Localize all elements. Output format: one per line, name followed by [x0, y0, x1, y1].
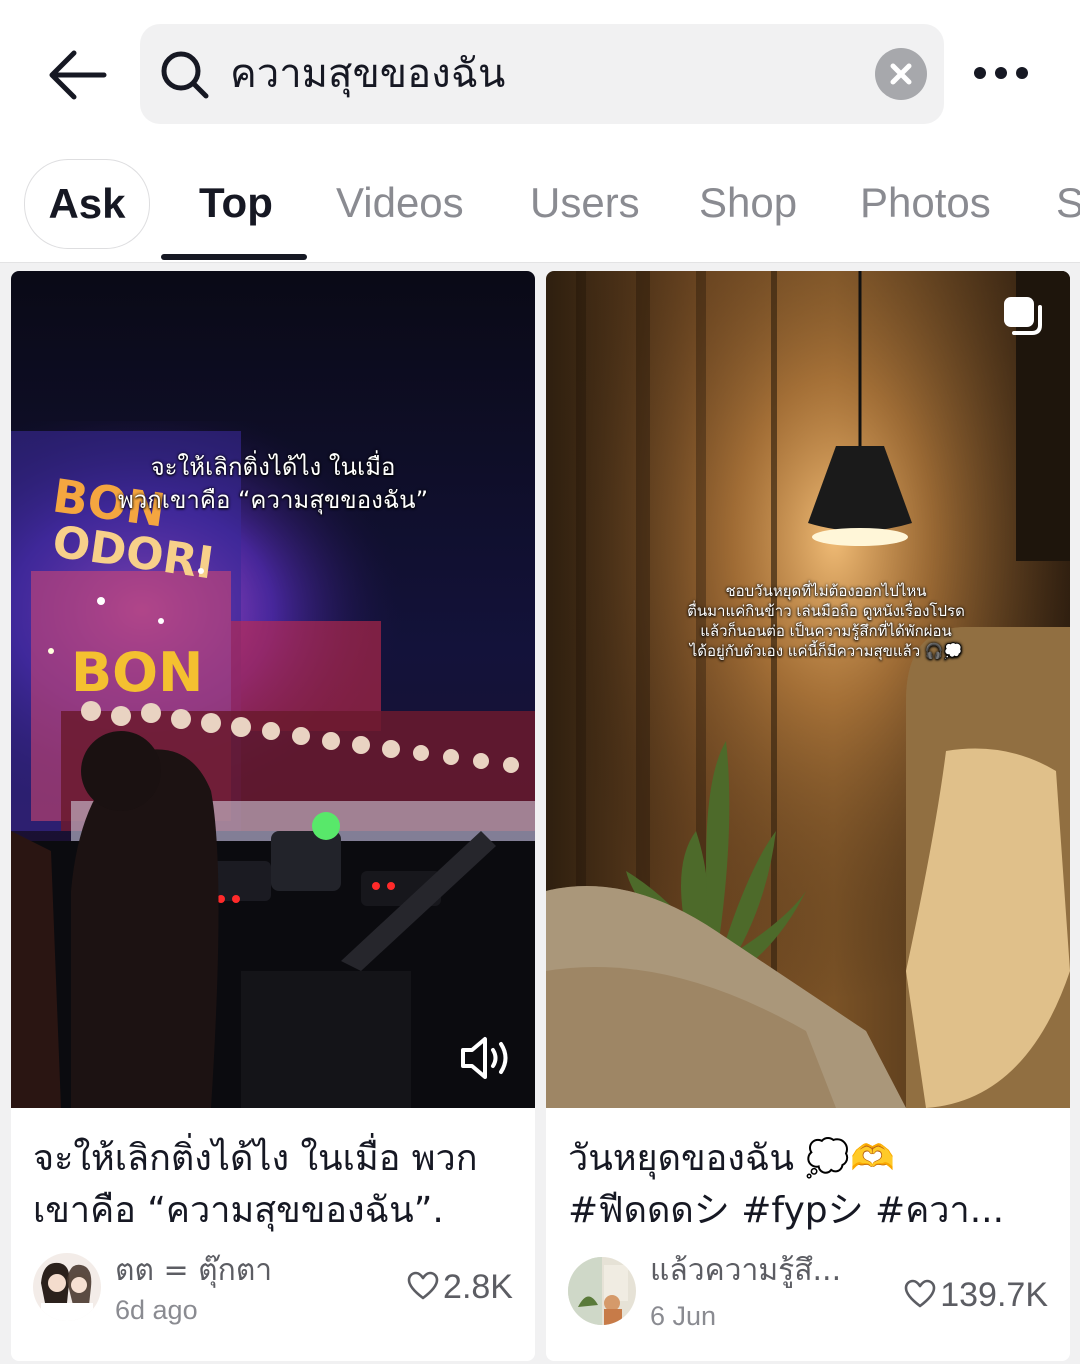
- caption-line: เขาคือ “ความสุขของฉัน”.: [33, 1190, 444, 1231]
- video-thumbnail[interactable]: BON ODORI BON จะให้เลิกติ่งได้ไง ในเมื่อ…: [11, 271, 535, 1108]
- caption-line: จะให้เลิกติ่งได้ไง ในเมื่อ พวก: [33, 1138, 478, 1179]
- result-card[interactable]: ชอบวันหยุดที่ไม่ต้องออกไปไหน ตื่นมาแค่กิ…: [546, 271, 1070, 1361]
- post-caption[interactable]: จะให้เลิกติ่งได้ไง ในเมื่อ พวก เขาคือ “ค…: [33, 1133, 513, 1239]
- tab-shop[interactable]: Shop: [699, 150, 797, 260]
- overlay-line: แล้วก็นอนต่อ เป็นความรู้สึกที่ได้พักผ่อน: [700, 622, 952, 640]
- overlay-line: พวกเขาคือ “ความสุขของฉัน”: [117, 486, 429, 514]
- active-tab-indicator: [161, 254, 307, 260]
- search-query-text[interactable]: ความสุขของฉัน: [230, 46, 505, 102]
- photo-carousel-icon: [1002, 295, 1046, 339]
- back-arrow-icon[interactable]: [44, 46, 110, 104]
- tab-more-partial[interactable]: S: [1056, 150, 1080, 260]
- author-row: ตต = ตุ๊กตา 6d ago 2.8K: [33, 1253, 513, 1333]
- heart-icon: [904, 1279, 936, 1308]
- speaker-icon[interactable]: [459, 1033, 515, 1083]
- like-count-text: 139.7K: [940, 1276, 1048, 1314]
- like-count: 139.7K: [904, 1275, 1048, 1315]
- post-date: 6 Jun: [650, 1301, 717, 1331]
- photo-thumbnail[interactable]: ชอบวันหยุดที่ไม่ต้องออกไปไหน ตื่นมาแค่กิ…: [546, 271, 1070, 1108]
- video-overlay-text: จะให้เลิกติ่งได้ไง ในเมื่อ พวกเขาคือ “คว…: [11, 451, 535, 517]
- concert-stage-image: BON ODORI BON: [11, 271, 535, 1108]
- overlay-line: จะให้เลิกติ่งได้ไง ในเมื่อ: [150, 453, 396, 481]
- search-input[interactable]: ความสุขของฉัน: [140, 24, 944, 124]
- caption-line: วันหยุดของฉัน 💭🫶: [568, 1138, 896, 1179]
- author-name[interactable]: ตต = ตุ๊กตา: [115, 1253, 272, 1289]
- heart-icon: [407, 1271, 439, 1300]
- more-options-icon[interactable]: [970, 55, 1032, 91]
- author-name[interactable]: แล้วความรู้สึ...: [650, 1253, 841, 1289]
- search-icon: [158, 48, 212, 102]
- post-date: 6d ago: [115, 1295, 198, 1325]
- tab-photos[interactable]: Photos: [860, 150, 991, 260]
- like-count-text: 2.8K: [443, 1268, 513, 1306]
- svg-text:BON: BON: [71, 641, 203, 704]
- overlay-line: ได้อยู่กับตัวเอง แค่นี้ก็มีความสุขแล้ว 🎧…: [689, 642, 963, 660]
- tab-videos[interactable]: Videos: [336, 150, 464, 260]
- post-caption[interactable]: วันหยุดของฉัน 💭🫶 #ฟีดดดシ #fypシ #ควา...: [568, 1133, 1048, 1239]
- like-count: 2.8K: [407, 1267, 513, 1307]
- overlay-line: ชอบวันหยุดที่ไม่ต้องออกไปไหน: [725, 582, 927, 600]
- search-tabs: Ask Top Videos Users Shop Photos S: [0, 150, 1080, 263]
- photo-overlay-text: ชอบวันหยุดที่ไม่ต้องออกไปไหน ตื่นมาแค่กิ…: [606, 581, 1046, 661]
- tab-users[interactable]: Users: [530, 150, 640, 260]
- search-header: ความสุขของฉัน: [0, 0, 1080, 150]
- tab-ask[interactable]: Ask: [24, 159, 150, 249]
- author-row: แล้วความรู้สึ... 6 Jun 139.7K: [568, 1253, 1048, 1333]
- bedroom-lamp-image: [546, 271, 1070, 1108]
- avatar[interactable]: [33, 1253, 101, 1321]
- tab-top[interactable]: Top: [199, 150, 273, 260]
- caption-line: #ฟีดดดシ #fypシ #ควา...: [568, 1190, 1005, 1231]
- overlay-line: ตื่นมาแค่กินข้าว เล่นมือถือ ดูหนังเรื่อง…: [687, 602, 965, 620]
- clear-search-icon[interactable]: [875, 48, 927, 100]
- results-grid: BON ODORI BON จะให้เลิกติ่งได้ไง ในเมื่อ…: [0, 263, 1080, 1364]
- avatar[interactable]: [568, 1257, 636, 1325]
- result-card[interactable]: BON ODORI BON จะให้เลิกติ่งได้ไง ในเมื่อ…: [11, 271, 535, 1361]
